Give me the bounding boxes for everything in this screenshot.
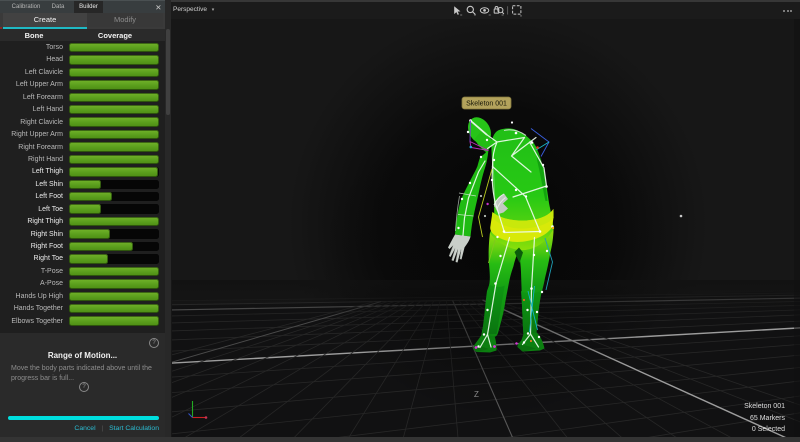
- svg-text:Z: Z: [474, 390, 479, 399]
- svg-text:Skeleton 001: Skeleton 001: [466, 101, 507, 108]
